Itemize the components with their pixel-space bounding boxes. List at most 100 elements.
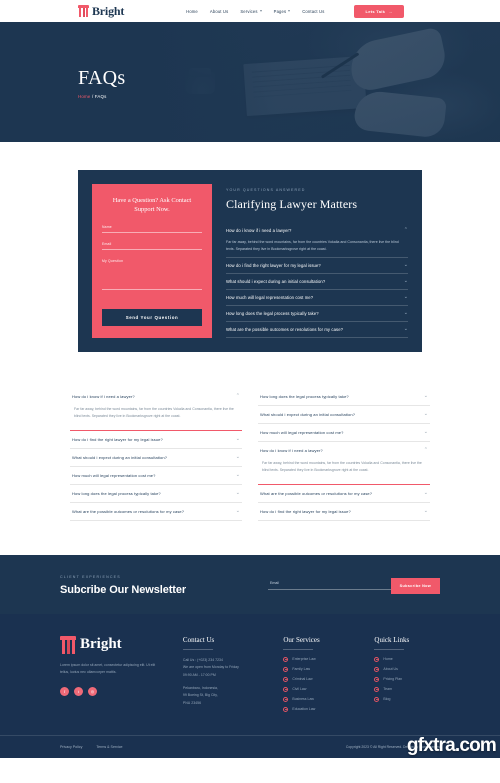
chevron-up-icon[interactable]: ⌃ [236,394,240,399]
accordion-item[interactable]: How do i find the right lawyer for my le… [226,258,408,275]
quick-link-label: Blog [383,697,391,702]
list-item[interactable]: How long does the legal process typicall… [258,388,430,407]
quick-link-home[interactable]: Home [374,656,440,662]
site-logo[interactable]: Bright [78,4,124,19]
privacy-policy-link[interactable]: Privacy Policy [60,745,82,749]
nav-item-about-us[interactable]: About Us [210,9,228,14]
chevron-down-icon[interactable]: ⌄ [424,508,428,514]
chevron-down-icon[interactable]: ⌄ [424,394,428,399]
service-link-education-law[interactable]: Education Law [283,706,356,712]
chevron-down-icon[interactable]: ⌄ [424,412,428,417]
question-label: My Question [102,258,124,263]
quick-link-label: Home [383,657,393,662]
list-item[interactable]: What are the possible outcomes or resolu… [70,503,242,521]
nav-item-pages[interactable]: Pages [274,9,291,14]
footer-logo[interactable]: Bright [60,635,165,654]
contact-hours: 09:90 AM - 17:00 PM [182,672,216,677]
footer-description: Lorem ipsum dolor sit amet, consectetur … [60,662,156,675]
list-item[interactable]: How long does the legal process typicall… [70,485,242,503]
accordion-question: How do i know if i need a lawyer? [226,228,292,233]
footer-brand-column: Bright Lorem ipsum dolor sit amet, conse… [60,635,165,717]
chevron-down-icon[interactable]: ⌄ [236,508,240,514]
chevron-down-icon[interactable]: ⌄ [424,430,428,435]
nav-item-contact-us[interactable]: Contact Us [302,9,324,14]
footer-quicklinks-column: Quick Links Home About Us Pricing Plan T… [374,636,440,717]
breadcrumb-home[interactable]: Home [78,94,91,99]
list-item[interactable]: What should i expect during an initial c… [70,449,242,467]
footer-services-column: Our Services Enterprise Law Family Law C… [283,636,356,717]
bullet-icon [374,676,380,682]
newsletter-email-input[interactable] [268,581,391,591]
name-field[interactable]: Name [102,225,202,233]
terms-service-link[interactable]: Terms & Service [96,745,122,749]
chevron-up-icon[interactable]: ⌃ [404,228,408,233]
chevron-down-icon[interactable]: ⌄ [236,436,240,442]
quick-link-label: Pricing Plan [383,677,403,682]
address-line-2: 99 Boeing St, Big City, [182,693,218,698]
accordion-question: How much will legal representation cost … [260,430,344,436]
quick-link-team[interactable]: Team [374,686,440,692]
chevron-down-icon[interactable]: ⌄ [236,472,240,478]
accordion-answer: Far far away, behind the word mountains,… [74,407,234,419]
chevron-down-icon[interactable]: ⌄ [236,454,240,460]
service-link-criminal-law[interactable]: Criminal Law [283,676,356,682]
bullet-icon [374,686,380,692]
bullet-icon [283,666,289,672]
chevron-down-icon[interactable]: ⌄ [424,490,428,496]
service-link-family-law[interactable]: Family Law [283,666,356,672]
list-item[interactable]: What should i expect during an initial c… [258,406,430,425]
nav-item-home[interactable]: Home [186,9,198,14]
newsletter-form: Subscribe Now [268,577,440,594]
email-field[interactable]: Email [102,242,202,250]
contact-phone: Call Us : (+023) 234 7234 [182,657,223,662]
list-item[interactable]: How do i find the right lawyer for my le… [70,431,242,449]
hero-banner: FAQs Home / FAQs [0,22,500,142]
accordion-item[interactable]: How much will legal representation cost … [226,290,408,307]
list-item[interactable]: How much will legal representation cost … [70,467,242,485]
list-item[interactable]: How do i know if i need a lawyer? ⌃ Far f… [70,388,242,431]
instagram-icon[interactable]: ◎ [88,686,97,696]
list-item[interactable]: How much will legal representation cost … [258,424,430,443]
accordion-item[interactable]: How long does the legal process typicall… [226,306,408,323]
chevron-down-icon[interactable]: ⌄ [404,263,408,268]
accordion-item[interactable]: How do i know if i need a lawyer? ⌃ Far f… [226,223,408,259]
chevron-down-icon[interactable]: ⌄ [236,490,240,496]
service-link-business-law[interactable]: Business Law [283,696,356,702]
list-item[interactable]: How do i know if i need a lawyer? ⌃ Far f… [258,442,430,485]
send-question-button[interactable]: Send Your Question [102,309,202,327]
quick-link-pricing-plan[interactable]: Pricing Plan [374,676,440,682]
service-link-enterprise-law[interactable]: Enterprise Law [283,656,356,662]
contact-hours-label: We are open from Monday to Friday [182,665,239,670]
chevron-up-icon[interactable]: ⌃ [424,448,428,453]
newsletter-section: Client Experiences Subcribe Our Newslett… [0,554,500,614]
bright-logo-icon [60,635,76,654]
bullet-icon [283,696,289,702]
facebook-icon[interactable]: f [60,686,69,696]
chevron-down-icon[interactable]: ⌄ [404,327,408,332]
lets-talk-button[interactable]: Lets Talk → [354,4,404,18]
accordion-answer: Far far away, behind the word mountains,… [262,461,422,473]
chevron-down-icon[interactable]: ⌄ [404,295,408,300]
question-field[interactable]: My Question [102,259,202,290]
service-label: Family Law [292,667,311,672]
quick-link-blog[interactable]: Blog [374,696,440,702]
footer-services-heading: Our Services [283,635,320,644]
quick-link-about-us[interactable]: About Us [374,666,440,672]
accordion-item[interactable]: What are the possible outcomes or resolu… [226,322,408,339]
service-link-civil-law[interactable]: Civil Law [283,686,356,692]
accordion-question: What should i expect during an initial c… [260,412,356,418]
quick-link-label: About Us [383,667,398,672]
accordion-question: How do i know if i need a lawyer? [260,448,323,454]
subscribe-now-button[interactable]: Subscribe Now [390,577,440,594]
twitter-icon[interactable]: t [74,686,83,696]
chevron-down-icon[interactable]: ⌄ [404,279,408,284]
bullet-icon [283,656,289,662]
accordion-question: What are the possible outcomes or resolu… [260,490,373,496]
footer-logo-text: Bright [80,636,122,653]
nav-label: Contact Us [302,8,325,14]
nav-item-services[interactable]: Services [240,9,262,14]
accordion-item[interactable]: What should i expect during an initial c… [226,274,408,291]
chevron-down-icon[interactable]: ⌄ [404,311,408,316]
list-item[interactable]: How do i find the right lawyer for my le… [258,503,430,521]
list-item[interactable]: What are the possible outcomes or resolu… [258,485,430,503]
